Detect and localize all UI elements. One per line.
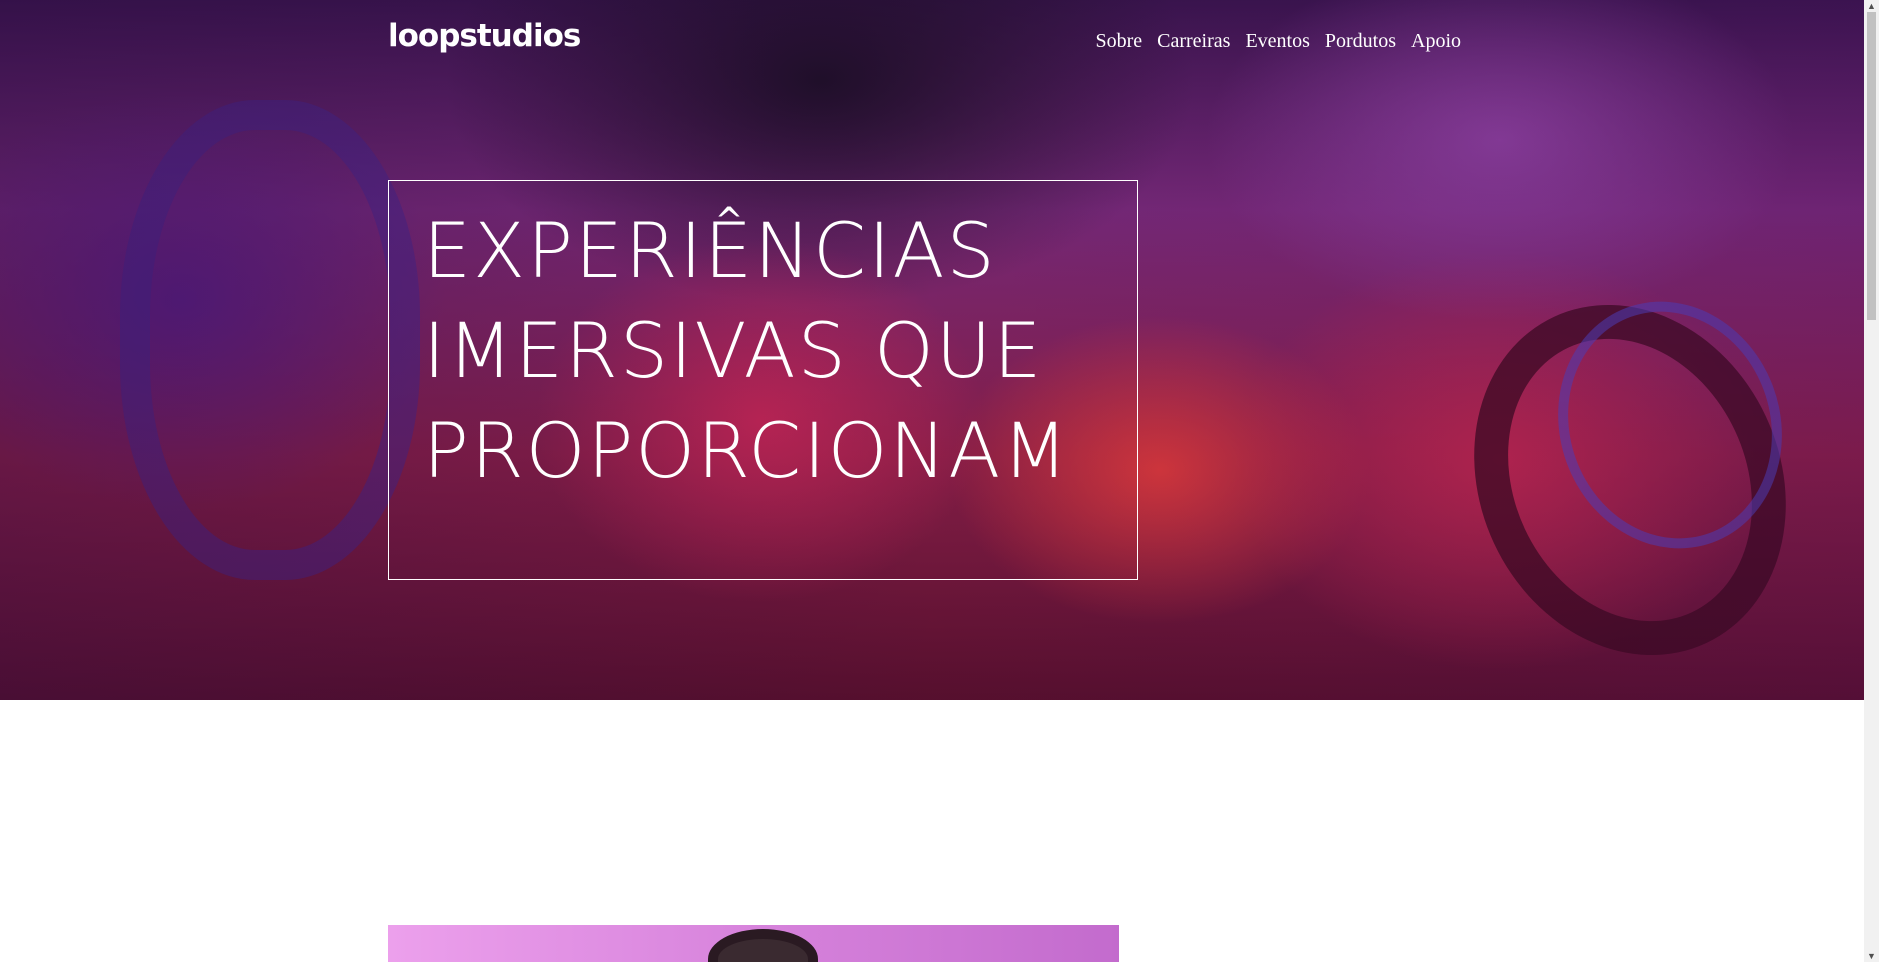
vr-headset-image xyxy=(708,929,818,962)
hero-headline-line: PROPORCIONAM xyxy=(423,406,1070,495)
nav-link-pordutos[interactable]: Pordutos xyxy=(1325,30,1396,53)
brand-logo[interactable]: loopstudios xyxy=(388,18,581,54)
hero-headline-line: IMERSIVAS QUE xyxy=(423,306,1044,395)
nav-link-carreiras[interactable]: Carreiras xyxy=(1157,30,1230,53)
feature-image-preview xyxy=(388,925,1119,962)
hero-headline: EXPERIÊNCIAS IMERSIVAS QUE PROPORCIONAM xyxy=(423,201,1137,501)
hero-headline-box: EXPERIÊNCIAS IMERSIVAS QUE PROPORCIONAM xyxy=(388,180,1138,580)
hero-headline-line: EXPERIÊNCIAS xyxy=(423,206,997,295)
chevron-down-icon[interactable]: ▼ xyxy=(1864,950,1879,962)
nav-link-sobre[interactable]: Sobre xyxy=(1095,30,1142,53)
scrollbar-thumb[interactable] xyxy=(1867,12,1876,320)
vertical-scrollbar[interactable]: ▲ ▼ xyxy=(1864,0,1879,962)
main-navigation: Sobre Carreiras Eventos Pordutos Apoio xyxy=(1095,30,1461,53)
nav-link-eventos[interactable]: Eventos xyxy=(1245,30,1309,53)
chevron-up-icon[interactable]: ▲ xyxy=(1864,0,1879,12)
nav-link-apoio[interactable]: Apoio xyxy=(1411,30,1461,53)
